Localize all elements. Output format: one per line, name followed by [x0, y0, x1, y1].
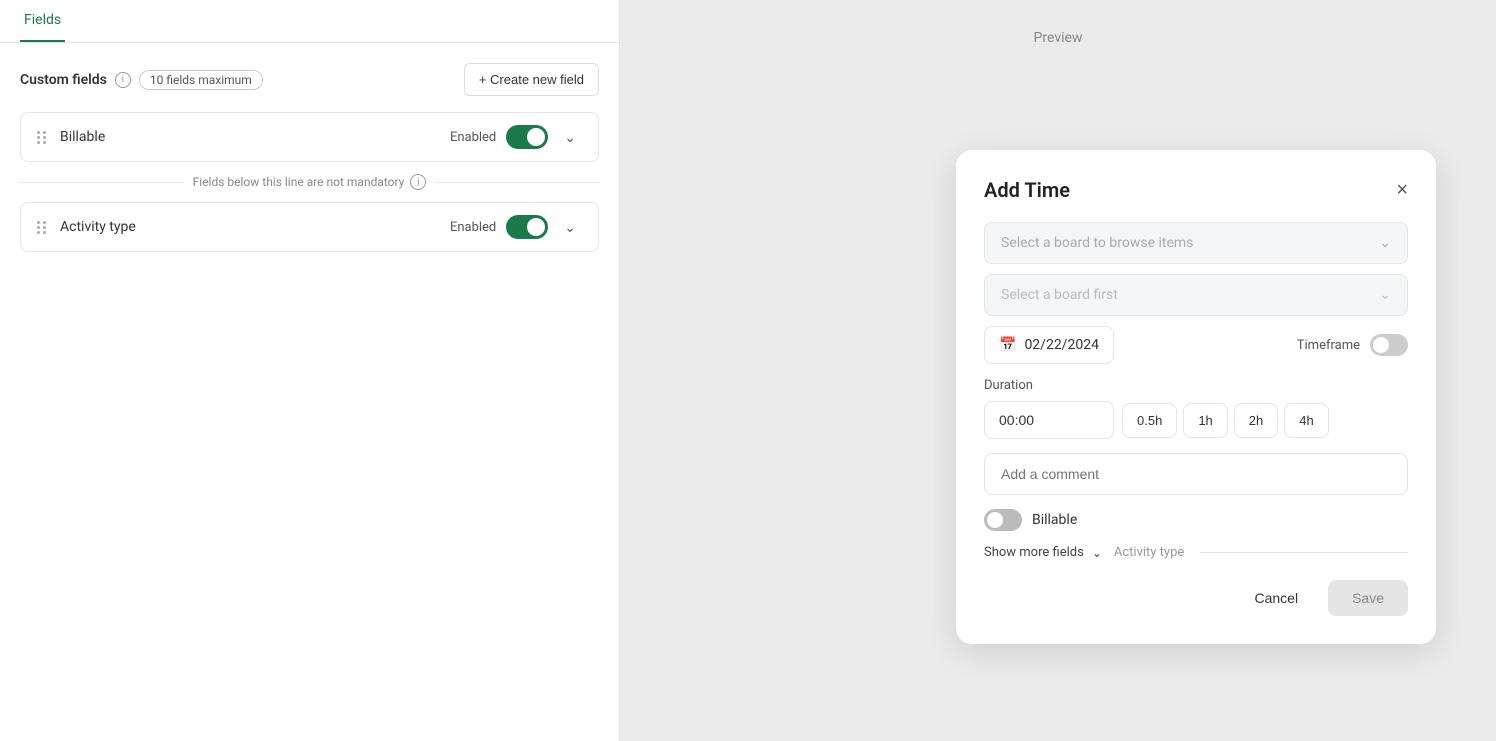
quick-btn-2h[interactable]: 2h	[1234, 403, 1278, 438]
quick-btn-4h[interactable]: 4h	[1284, 403, 1328, 438]
modal-footer: Cancel Save	[984, 580, 1408, 616]
timeframe-label: Timeframe	[1297, 338, 1360, 353]
chevron-activity-type[interactable]: ⌄	[558, 217, 582, 238]
timeframe-toggle[interactable]	[1370, 334, 1408, 356]
duration-section: Duration 0.5h 1h 2h 4h	[984, 378, 1408, 439]
timeframe-toggle-knob	[1373, 337, 1389, 353]
activity-type-label: Activity type	[1114, 545, 1184, 560]
date-timeframe-row: 📅 02/22/2024 Timeframe	[984, 326, 1408, 364]
billable-label: Billable	[1032, 512, 1077, 528]
select-board-first-dropdown[interactable]: Select a board first ⌄	[984, 274, 1408, 316]
drag-handle-activity-type[interactable]	[37, 221, 46, 234]
field-name-activity-type: Activity type	[60, 219, 450, 235]
preview-label: Preview	[1034, 30, 1083, 46]
drag-handle-billable[interactable]	[37, 131, 46, 144]
modal-header: Add Time ×	[984, 178, 1408, 202]
cancel-button[interactable]: Cancel	[1234, 580, 1318, 616]
select-board-placeholder: Select a board to browse items	[1001, 235, 1193, 251]
select-board-first-placeholder: Select a board first	[1001, 287, 1118, 303]
field-status-activity-type: Enabled	[450, 220, 496, 235]
chevron-down-icon-first: ⌄	[1379, 287, 1391, 303]
chevron-down-show-more: ⌄	[1092, 546, 1102, 560]
info-icon[interactable]: i	[115, 72, 131, 88]
field-row-billable: Billable Enabled ⌄	[20, 112, 599, 162]
duration-label: Duration	[984, 378, 1408, 393]
duration-row: 0.5h 1h 2h 4h	[984, 401, 1408, 439]
quick-btn-1h[interactable]: 1h	[1183, 403, 1227, 438]
custom-fields-left: Custom fields i 10 fields maximum	[20, 70, 263, 90]
custom-fields-header: Custom fields i 10 fields maximum + Crea…	[20, 63, 599, 96]
toggle-billable[interactable]	[506, 125, 548, 149]
billable-row: Billable	[984, 509, 1408, 531]
field-name-billable: Billable	[60, 129, 450, 145]
field-row-activity-type: Activity type Enabled ⌄	[20, 202, 599, 252]
billable-toggle[interactable]	[984, 509, 1022, 531]
modal-close-button[interactable]: ×	[1396, 180, 1408, 200]
create-field-button[interactable]: + Create new field	[464, 63, 599, 96]
custom-fields-title: Custom fields	[20, 72, 107, 88]
toggle-knob-billable	[527, 128, 545, 146]
duration-input[interactable]	[984, 401, 1114, 439]
separator-line: Fields below this line are not mandatory…	[20, 174, 599, 190]
sep-line-right	[436, 182, 599, 183]
chevron-billable[interactable]: ⌄	[558, 127, 582, 148]
comment-input[interactable]	[984, 453, 1408, 495]
separator-text: Fields below this line are not mandatory…	[193, 174, 427, 190]
billable-toggle-knob	[987, 512, 1003, 528]
quick-btns: 0.5h 1h 2h 4h	[1122, 403, 1329, 438]
calendar-icon: 📅	[999, 337, 1016, 353]
select-board-dropdown[interactable]: Select a board to browse items ⌄	[984, 222, 1408, 264]
add-time-modal: Add Time × Select a board to browse item…	[956, 150, 1436, 644]
separator-info-icon[interactable]: i	[410, 174, 426, 190]
tab-fields[interactable]: Fields	[20, 0, 65, 42]
date-value: 02/22/2024	[1024, 337, 1099, 353]
timeframe-group: Timeframe	[1297, 334, 1408, 356]
save-button[interactable]: Save	[1328, 580, 1408, 616]
sep-line-left	[20, 182, 183, 183]
chevron-down-icon-board: ⌄	[1379, 235, 1391, 251]
tab-bar: Fields	[0, 0, 619, 43]
activity-type-line	[1200, 552, 1408, 553]
modal-title: Add Time	[984, 178, 1070, 202]
toggle-activity-type[interactable]	[506, 215, 548, 239]
fields-max-badge: 10 fields maximum	[139, 70, 263, 90]
left-content: Custom fields i 10 fields maximum + Crea…	[0, 43, 619, 741]
left-panel: Fields Custom fields i 10 fields maximum…	[0, 0, 620, 741]
field-status-billable: Enabled	[450, 130, 496, 145]
show-more-row: Show more fields ⌄ Activity type	[984, 545, 1408, 560]
right-panel: Preview Add Time × Select a board to bro…	[620, 0, 1496, 741]
date-input[interactable]: 📅 02/22/2024	[984, 326, 1114, 364]
quick-btn-0-5h[interactable]: 0.5h	[1122, 403, 1177, 438]
show-more-text[interactable]: Show more fields	[984, 545, 1084, 560]
toggle-knob-activity-type	[527, 218, 545, 236]
